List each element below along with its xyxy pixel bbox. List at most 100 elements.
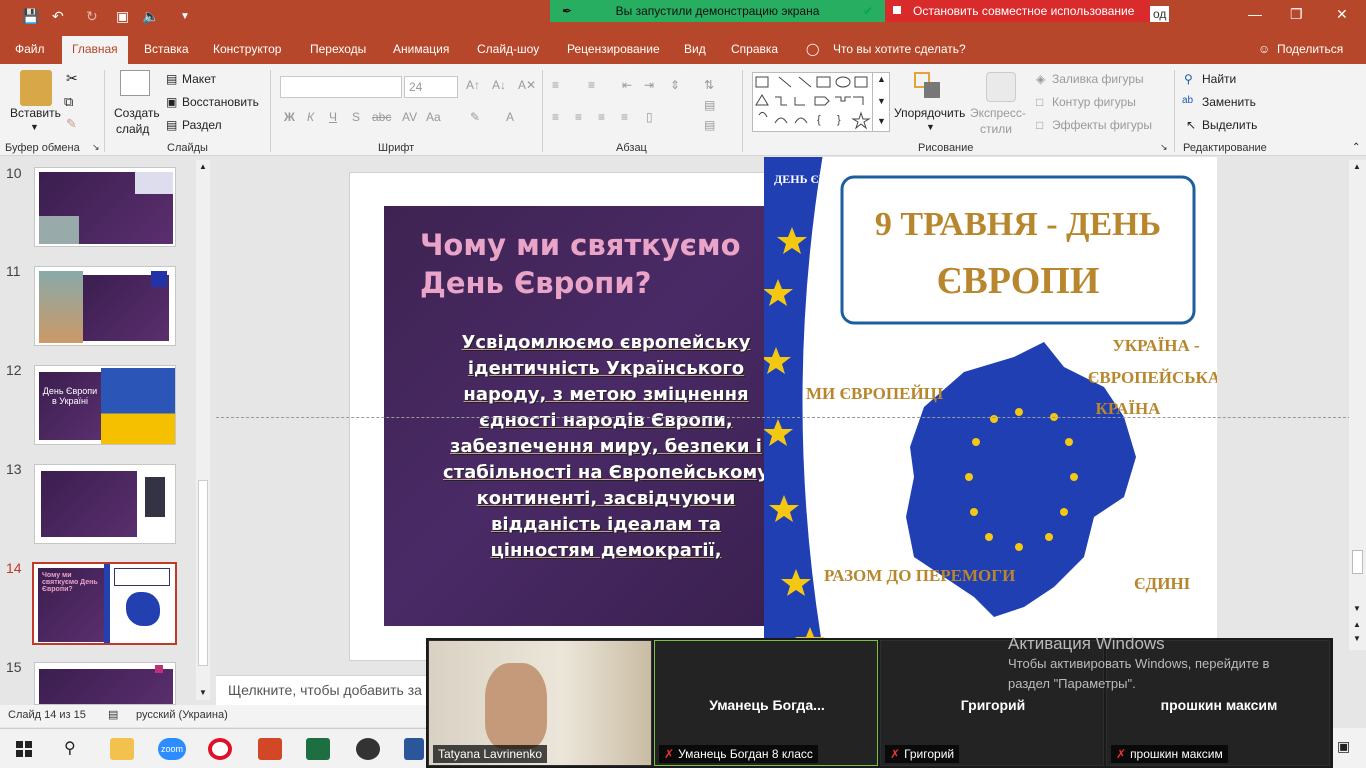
share-button[interactable]: Поделиться (1277, 42, 1343, 56)
close-icon[interactable]: ✕ (1336, 6, 1348, 23)
scroll-up-icon[interactable]: ▲ (1353, 162, 1361, 171)
new-slide-button[interactable]: Создать (114, 106, 160, 120)
section-button[interactable]: Раздел (182, 118, 222, 132)
participant-tile-2[interactable]: Уманець Богда... ✗ Уманець Богдан 8 класс (654, 640, 878, 766)
tab-review[interactable]: Рецензирование (567, 42, 660, 56)
scroll-up-icon[interactable]: ▲ (199, 162, 207, 171)
tab-home[interactable]: Главная (62, 36, 128, 64)
new-slide-label[interactable]: слайд (116, 122, 149, 136)
smartart-icon[interactable]: ▤ (704, 118, 715, 132)
quick-styles-button[interactable]: Экспресс- (970, 106, 1026, 120)
zoom-app-icon[interactable]: zoom (158, 738, 186, 760)
canvas-scrollbar[interactable]: ▲ ▼ ▲ ▼ (1349, 160, 1366, 650)
find-button[interactable]: Найти (1202, 72, 1236, 86)
thumbnails-scrollbar[interactable]: ▲ ▼ (196, 160, 210, 700)
search-icon[interactable]: ⚲ (64, 738, 76, 758)
shape-effects-button[interactable]: Эффекты фигуры (1052, 118, 1152, 132)
stop-share-button[interactable]: Остановить совместное использование (885, 0, 1150, 22)
clear-format-icon[interactable]: A✕ (518, 78, 536, 92)
font-family-select[interactable] (280, 76, 402, 98)
windows-start-icon[interactable] (16, 741, 32, 757)
participant-tile-self[interactable]: Tatyana Lavrinenko (428, 640, 652, 766)
slide-thumbnail-14[interactable]: Чому ми святкуємо День Європи? (32, 562, 177, 645)
next-slide-icon[interactable]: ▼ (1353, 634, 1361, 643)
chevron-down-icon[interactable]: ▼ (926, 122, 935, 132)
replace-button[interactable]: Заменить (1202, 95, 1256, 109)
bold-icon[interactable]: Ж (284, 110, 295, 124)
columns-icon[interactable]: ▯ (646, 110, 653, 124)
increase-indent-icon[interactable]: ⇥ (644, 78, 654, 92)
slide-thumbnail-11[interactable] (34, 266, 176, 346)
font-color-icon[interactable]: A (506, 110, 514, 124)
chevron-down-icon[interactable]: ▼ (30, 122, 39, 132)
align-right-icon[interactable]: ≡ (598, 110, 605, 124)
prev-slide-icon[interactable]: ▲ (1353, 620, 1361, 629)
shadow-icon[interactable]: S (352, 110, 360, 124)
font-size-select[interactable]: 24 (404, 76, 458, 98)
cut-icon[interactable]: ✂ (66, 70, 78, 87)
copy-icon[interactable]: ⧉ (64, 94, 73, 110)
undo-icon[interactable]: ↶ (52, 8, 64, 25)
slide-title[interactable]: Чому ми святкуємо День Європи? (420, 226, 760, 302)
minimize-icon[interactable]: — (1248, 6, 1262, 22)
scroll-down-icon[interactable]: ▼ (199, 688, 207, 697)
tab-insert[interactable]: Вставка (144, 42, 189, 56)
case-icon[interactable]: Aa (426, 110, 441, 124)
notes-placeholder[interactable]: Щелкните, чтобы добавить за (216, 675, 426, 705)
italic-icon[interactable]: К (307, 110, 314, 124)
tab-file[interactable]: Файл (15, 42, 45, 56)
save-icon[interactable]: 💾 (22, 8, 39, 25)
quick-styles-icon[interactable] (986, 72, 1016, 102)
highlight-icon[interactable]: ✎ (470, 110, 480, 124)
slide-thumbnail-15[interactable] (34, 662, 176, 705)
underline-icon[interactable]: Ч (329, 110, 337, 124)
powerpoint-icon[interactable] (258, 738, 282, 760)
collapse-ribbon-icon[interactable]: ⌃ (1352, 142, 1360, 153)
bullets-icon[interactable]: ≡ (552, 78, 559, 92)
paste-icon[interactable] (20, 70, 52, 106)
media-player-icon[interactable] (356, 738, 380, 760)
restore-icon[interactable]: ❐ (1290, 6, 1303, 23)
sign-in-partial[interactable]: од (1150, 6, 1170, 22)
shape-outline-button[interactable]: Контур фигуры (1052, 95, 1136, 109)
numbering-icon[interactable]: ≡ (588, 78, 595, 92)
scroll-down-icon[interactable]: ▼ (1353, 604, 1361, 613)
gallery-up-icon[interactable]: ▲ (877, 74, 886, 84)
opera-icon[interactable] (208, 738, 232, 760)
notification-icon[interactable]: ▣ (1337, 738, 1350, 755)
arrange-button[interactable]: Упорядочить (894, 106, 965, 120)
gallery-down-icon[interactable]: ▼ (877, 96, 886, 106)
scroll-thumb[interactable] (1352, 550, 1363, 574)
format-painter-icon[interactable]: ✎ (66, 116, 77, 132)
strikethrough-icon[interactable]: abc (372, 110, 391, 124)
line-spacing-icon[interactable]: ⇕ (670, 78, 680, 92)
customize-qat-icon[interactable]: ▼ (180, 11, 190, 22)
audio-icon[interactable]: 🔈 (142, 8, 159, 25)
slide-thumbnail-10[interactable] (34, 167, 176, 247)
slide-picture-europe-day[interactable]: ДЕНЬ ЄВРОПИ 9 ТРАВНЯ - ДЕНЬ ЄВРОПИ МИ ЄВ… (764, 157, 1217, 647)
new-slide-icon[interactable] (120, 70, 150, 96)
align-text-icon[interactable]: ▤ (704, 98, 715, 112)
tab-view[interactable]: Вид (684, 42, 706, 56)
dialog-launcher-icon[interactable]: ↘ (92, 142, 100, 153)
tab-help[interactable]: Справка (731, 42, 778, 56)
tell-me-input[interactable]: Что вы хотите сделать? (833, 42, 966, 56)
file-explorer-icon[interactable] (110, 738, 134, 760)
text-direction-icon[interactable]: ⇅ (704, 78, 714, 92)
gallery-more-icon[interactable]: ▼ (877, 116, 886, 126)
grow-font-icon[interactable]: A↑ (466, 78, 480, 92)
gallery-scroll[interactable]: ▲ ▼ ▼ (872, 72, 890, 132)
excel-icon[interactable] (306, 738, 330, 760)
present-icon[interactable]: ▣ (116, 8, 129, 25)
justify-icon[interactable]: ≡ (621, 110, 628, 124)
spacing-icon[interactable]: AV (402, 110, 417, 124)
tab-slideshow[interactable]: Слайд-шоу (477, 42, 539, 56)
arrange-icon[interactable] (914, 72, 944, 102)
select-button[interactable]: Выделить (1202, 118, 1257, 132)
tab-design[interactable]: Конструктор (213, 42, 281, 56)
tab-transitions[interactable]: Переходы (310, 42, 366, 56)
shape-fill-button[interactable]: Заливка фигуры (1052, 72, 1144, 86)
language-indicator[interactable]: русский (Украина) (136, 709, 228, 721)
shrink-font-icon[interactable]: A↓ (492, 78, 506, 92)
align-left-icon[interactable]: ≡ (552, 110, 559, 124)
